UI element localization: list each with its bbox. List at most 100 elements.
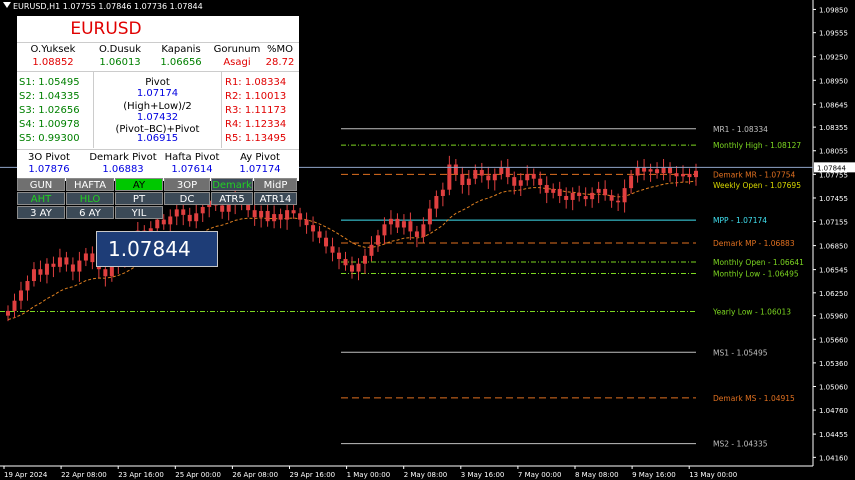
y-tick-label: 1.04455 xyxy=(819,431,848,439)
candle-body xyxy=(531,173,536,179)
current-price-box: 1.07844 xyxy=(96,231,218,267)
level-label: Monthly Low - 1.06495 xyxy=(713,270,799,279)
candle-body xyxy=(668,167,673,174)
candle-body xyxy=(603,188,608,196)
candle-body xyxy=(642,167,647,172)
stat-value: Asagi xyxy=(223,57,251,68)
level-label: Demark MP - 1.06883 xyxy=(713,239,795,248)
candle-body xyxy=(590,192,595,200)
y-tick-label: 1.06850 xyxy=(819,243,848,251)
candle-body xyxy=(18,290,23,301)
x-tick-label: 2 May 08:00 xyxy=(404,471,448,479)
symbol-header: EURUSD,H1 1.07755 1.07846 1.07736 1.0784… xyxy=(0,2,203,12)
btn-ay[interactable]: AY xyxy=(115,178,163,191)
candle-body xyxy=(687,173,692,178)
candle-body xyxy=(655,169,660,174)
btn-atr5[interactable]: ATR5 xyxy=(211,192,253,205)
candle-body xyxy=(551,188,556,193)
header-triangle-icon xyxy=(3,2,11,8)
support-level: S5: 0.99300 xyxy=(19,133,80,144)
candle-body xyxy=(44,263,49,275)
y-tick-label: 1.06250 xyxy=(819,290,848,298)
divider xyxy=(17,71,299,72)
candle-body xyxy=(330,246,335,253)
candle-body xyxy=(492,173,497,181)
candle-body xyxy=(447,164,452,190)
candle-body xyxy=(525,173,530,181)
btn-gun[interactable]: GUN xyxy=(17,178,65,191)
candle-body xyxy=(382,224,387,236)
stat-value: 1.06013 xyxy=(99,57,141,68)
candle-body xyxy=(473,170,478,179)
x-tick-label: 19 Apr 2024 xyxy=(4,471,48,479)
resistance-level: R3: 1.11173 xyxy=(225,105,287,116)
candle-body xyxy=(350,265,354,272)
candle-body xyxy=(674,173,679,177)
candle-body xyxy=(181,209,186,215)
candle-body xyxy=(12,300,17,311)
level-label: Demark MR - 1.07754 xyxy=(713,170,796,179)
stat-label: %MO xyxy=(266,44,293,55)
btn-pt[interactable]: PT xyxy=(115,192,163,205)
btn-atr14[interactable]: ATR14 xyxy=(254,192,297,205)
candle-body xyxy=(311,225,316,232)
candle-body xyxy=(466,178,471,185)
y-tick-label: 1.08950 xyxy=(819,77,848,85)
candle-body xyxy=(90,253,95,263)
candle-body xyxy=(174,209,179,217)
candle-body xyxy=(635,167,640,176)
pivot-label: Pivot xyxy=(145,77,170,88)
x-tick-label: 3 May 16:00 xyxy=(461,471,505,479)
candle-body xyxy=(460,173,465,185)
x-tick-label: 7 May 00:00 xyxy=(518,471,562,479)
y-tick-label: 1.05060 xyxy=(819,383,848,391)
candle-body xyxy=(570,192,575,200)
y-tick-label: 1.06545 xyxy=(819,267,848,275)
btn-dc[interactable]: DC xyxy=(164,192,210,205)
divider xyxy=(17,42,299,43)
btn-hafta[interactable]: HAFTA xyxy=(66,178,114,191)
candle-body xyxy=(499,167,504,174)
level-label: MPP - 1.07174 xyxy=(713,216,767,225)
candle-body xyxy=(252,210,257,218)
candle-body xyxy=(401,221,406,228)
candle-body xyxy=(609,195,614,201)
candle-body xyxy=(109,266,114,277)
hl2-value: 1.07432 xyxy=(136,112,179,123)
btn-6-ay[interactable]: 6 AY xyxy=(66,206,114,219)
btn-3op[interactable]: 3OP xyxy=(164,178,210,191)
btn-3-ay[interactable]: 3 AY xyxy=(17,206,65,219)
y-tick-label: 1.07455 xyxy=(819,195,848,203)
candle-body xyxy=(194,213,199,222)
btn-demark[interactable]: Demark xyxy=(211,178,253,191)
candle-body xyxy=(324,237,329,247)
x-axis-ticks: 19 Apr 2024 22 Apr 08:00 23 Apr 16:00 25 Ap… xyxy=(3,466,737,479)
candle-body xyxy=(427,208,432,225)
candle-body xyxy=(434,196,439,209)
y-tick-label: 1.05360 xyxy=(819,360,848,368)
btn-yil[interactable]: YIL xyxy=(115,206,163,219)
candle-body xyxy=(200,207,205,214)
candle-body xyxy=(285,210,290,220)
candle-body xyxy=(317,231,322,238)
panel-title: EURUSD xyxy=(70,19,142,39)
divider xyxy=(17,149,299,150)
candle-body xyxy=(51,263,56,267)
level-label: Yearly Low - 1.06013 xyxy=(712,307,791,316)
candle-body xyxy=(661,167,666,174)
y-tick-label: 1.04160 xyxy=(819,454,848,462)
pivot-summary-label: Demark Pivot xyxy=(89,152,157,163)
level-label: Demark MS - 1.04915 xyxy=(713,394,795,403)
btn-midp[interactable]: MidP xyxy=(254,178,297,191)
btn-aht[interactable]: AHT xyxy=(17,192,65,205)
x-tick-label: 9 May 16:00 xyxy=(632,471,676,479)
btn-hlo[interactable]: HLO xyxy=(66,192,114,205)
stat-label: O.Dusuk xyxy=(98,44,142,55)
candle-body xyxy=(694,170,698,178)
candle-body xyxy=(486,175,491,181)
level-label: MS2 - 1.04335 xyxy=(713,440,768,449)
candle-body xyxy=(564,196,569,200)
stat-value: 28.72 xyxy=(265,57,295,68)
pivot-summary-value: 1.07876 xyxy=(28,164,70,175)
candle-body xyxy=(64,257,69,265)
